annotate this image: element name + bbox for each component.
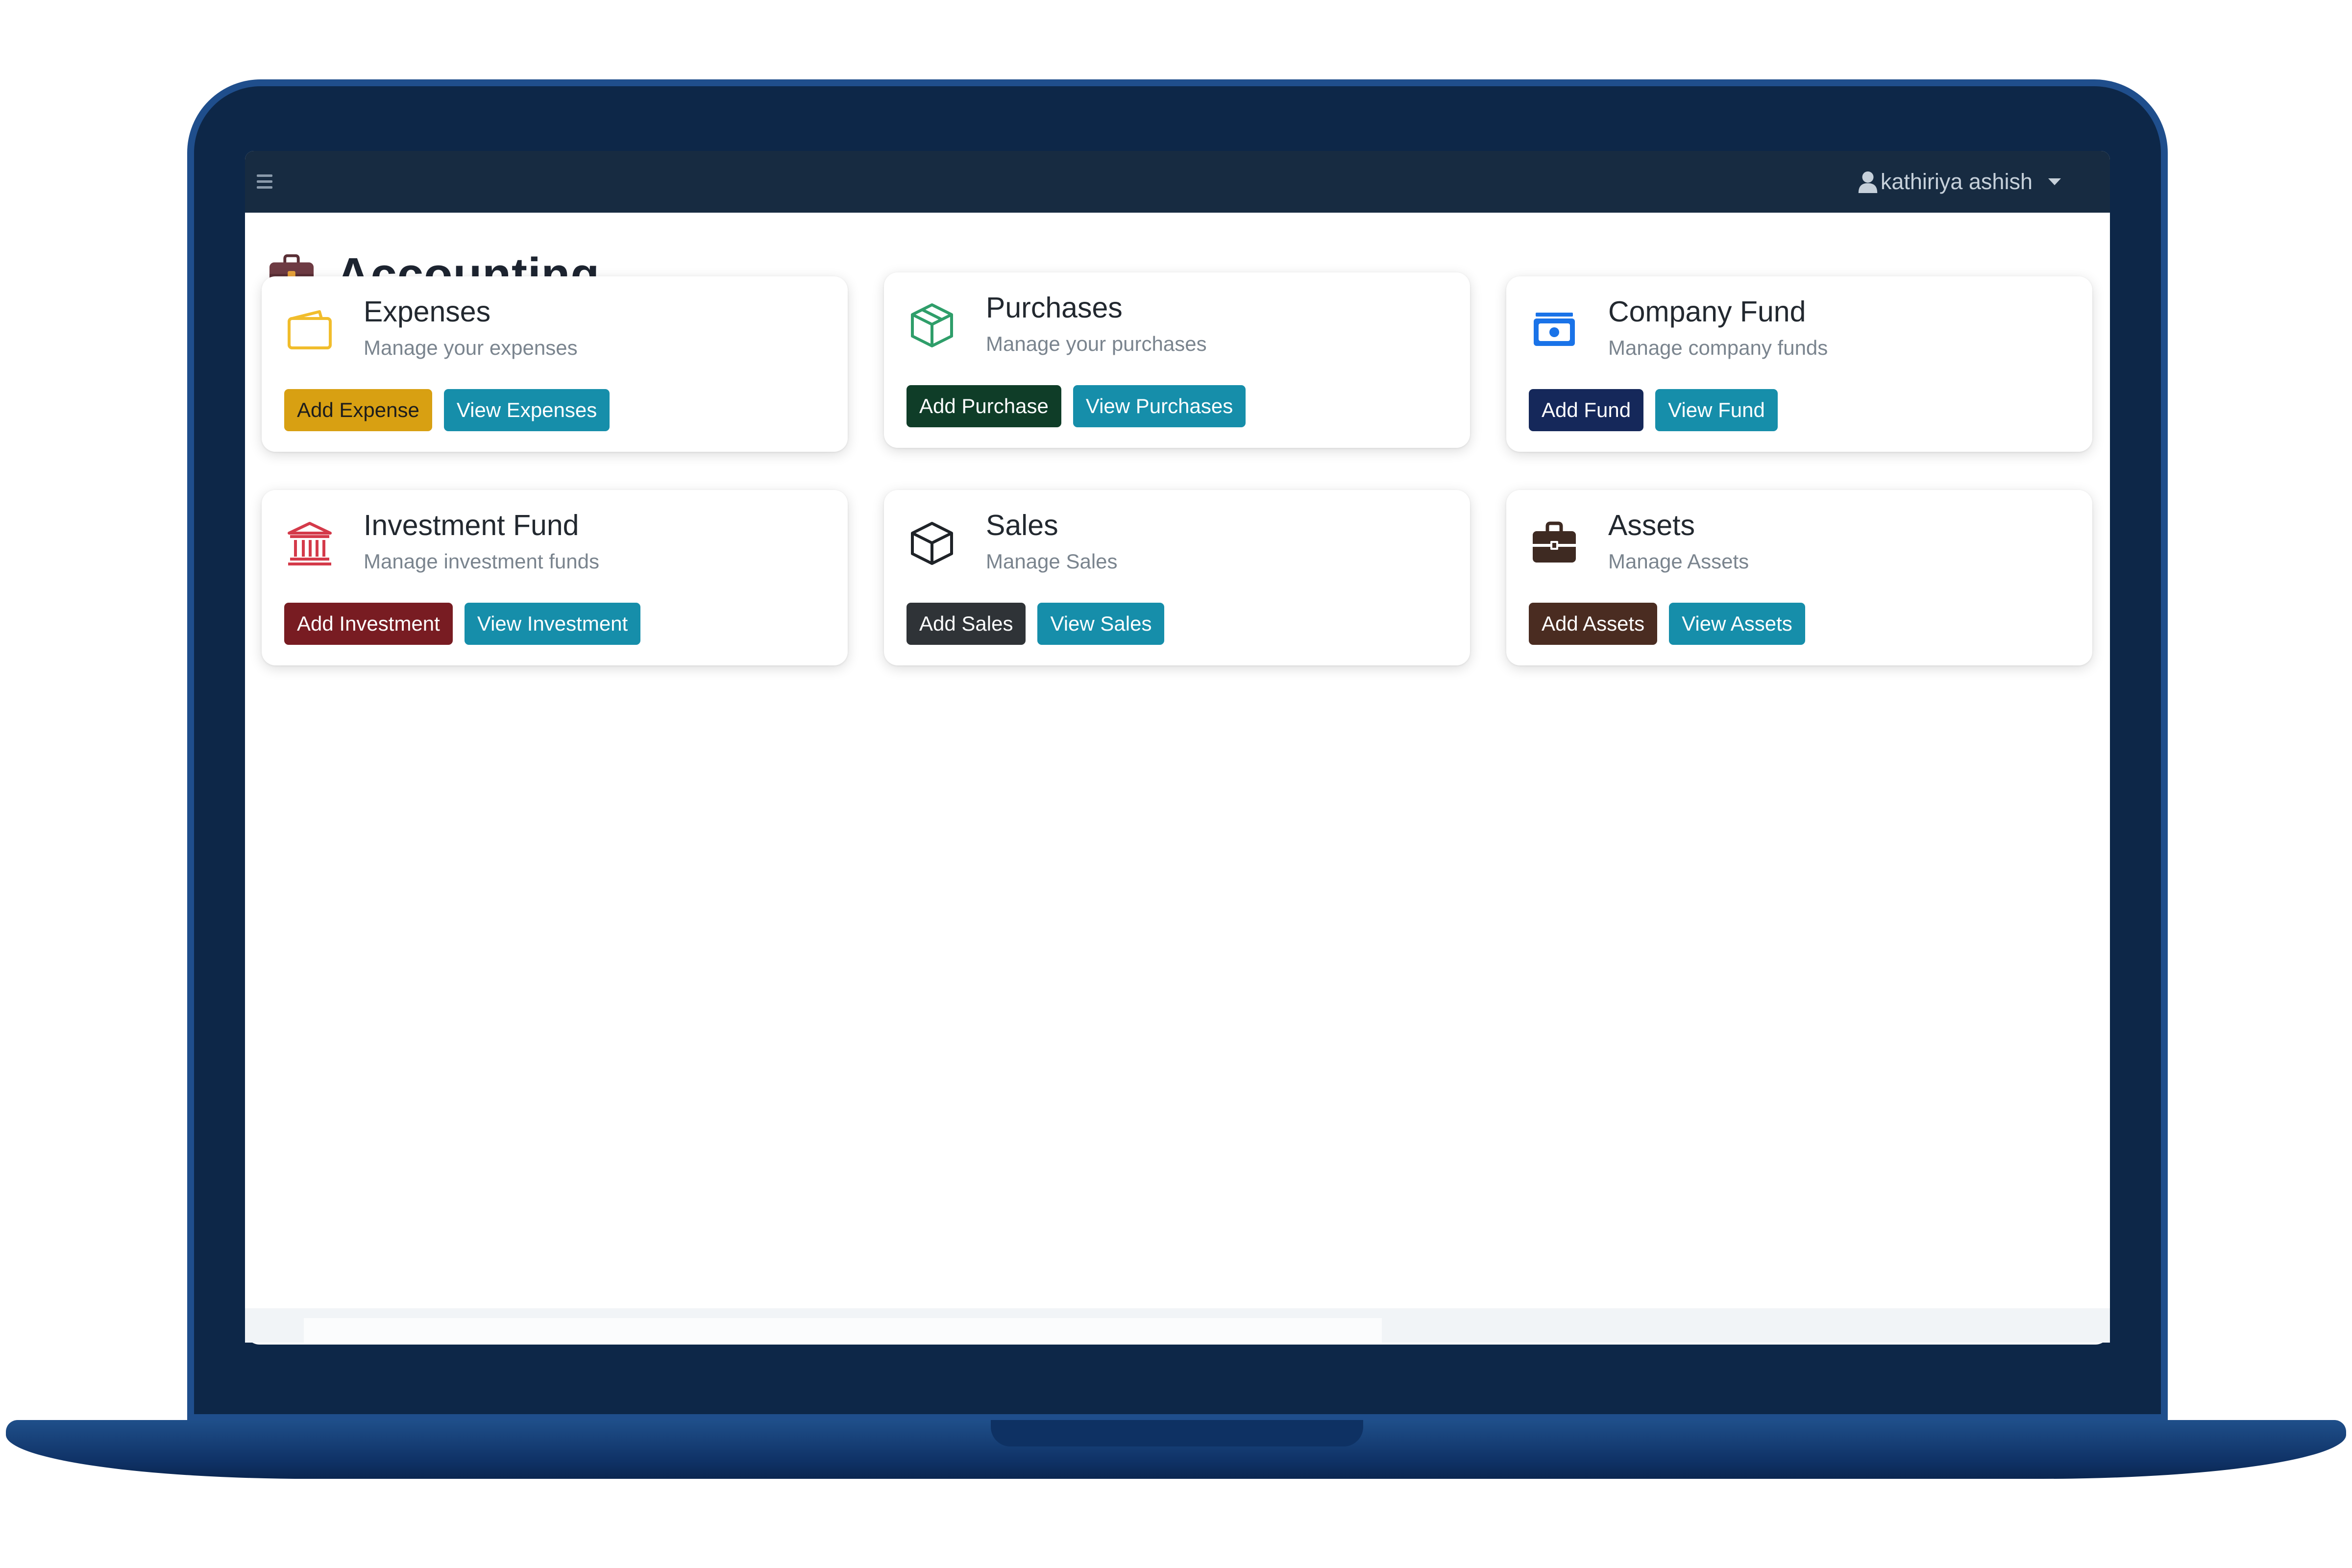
card-subtitle: Manage your expenses [364,336,578,359]
view-fund-button[interactable]: View Fund [1655,389,1778,431]
laptop-notch [991,1420,1363,1446]
scrollbar-thumb[interactable] [304,1318,1382,1343]
card-subtitle: Manage your purchases [986,332,1207,355]
card-subtitle: Manage company funds [1608,336,1828,359]
wallet-icon [288,310,332,349]
top-navbar: kathiriya ashish [245,151,2110,213]
card-title: Assets [1608,509,1695,541]
add-fund-button[interactable]: Add Fund [1529,389,1644,431]
add-purchase-button[interactable]: Add Purchase [906,385,1061,427]
add-expense-button[interactable]: Add Expense [284,389,432,431]
user-icon [1858,171,1878,193]
horizontal-scrollbar[interactable] [245,1308,2110,1343]
cash-icon [1534,313,1575,346]
cube-icon [911,522,953,565]
view-expenses-button[interactable]: View Expenses [443,389,610,431]
card-title: Purchases [986,292,1123,324]
card-title: Sales [986,509,1058,541]
card-title: Expenses [364,295,491,328]
add-investment-button[interactable]: Add Investment [284,603,453,645]
view-assets-button[interactable]: View Assets [1669,603,1805,645]
card-investment-fund: Investment Fund Manage investment funds … [262,490,848,665]
chevron-down-icon [2048,178,2061,185]
card-subtitle: Manage investment funds [364,550,599,573]
user-name: kathiriya ashish [1880,169,2033,194]
card-purchases: Purchases Manage your purchases Add Purc… [884,272,1470,448]
card-company-fund: Company Fund Manage company funds Add Fu… [1506,276,2092,452]
app-screen: kathiriya ashish Accounting Expenses Man… [245,151,2110,1345]
bank-icon [288,522,332,565]
card-subtitle: Manage Sales [986,550,1118,573]
card-assets: Assets Manage Assets Add Assets View Ass… [1506,490,2092,665]
card-title: Company Fund [1608,295,1806,328]
card-expenses: Expenses Manage your expenses Add Expens… [262,276,848,452]
briefcase-icon [1533,521,1576,563]
view-sales-button[interactable]: View Sales [1037,603,1165,645]
view-purchases-button[interactable]: View Purchases [1073,385,1246,427]
card-subtitle: Manage Assets [1608,550,1749,573]
add-assets-button[interactable]: Add Assets [1529,603,1658,645]
card-sales: Sales Manage Sales Add Sales View Sales [884,490,1470,665]
box-icon [911,303,953,347]
user-menu-dropdown[interactable]: kathiriya ashish [1858,164,2061,200]
hamburger-icon[interactable] [255,172,274,192]
add-sales-button[interactable]: Add Sales [906,603,1026,645]
card-title: Investment Fund [364,509,579,541]
view-investment-button[interactable]: View Investment [464,603,641,645]
